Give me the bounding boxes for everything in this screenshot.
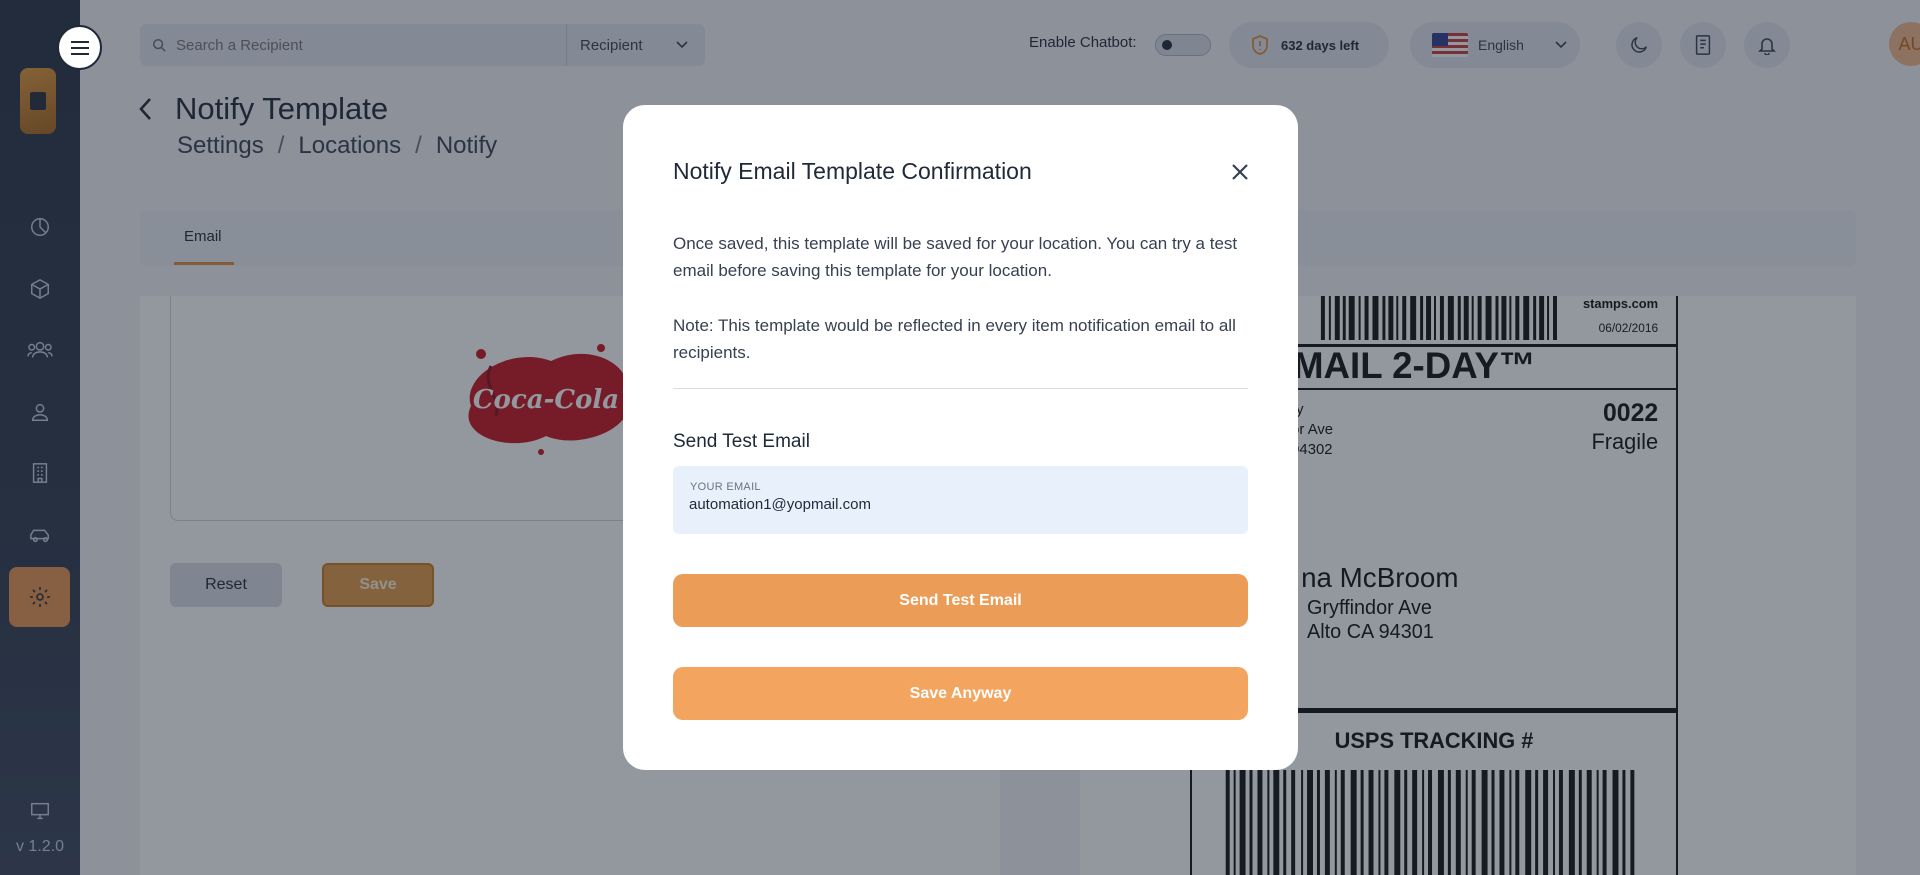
modal-message: Once saved, this template will be saved … xyxy=(673,234,1238,280)
send-test-title: Send Test Email xyxy=(673,431,810,452)
email-field[interactable]: YOUR EMAIL xyxy=(673,466,1248,534)
close-icon xyxy=(1232,164,1248,180)
menu-toggle-button[interactable] xyxy=(57,25,102,70)
modal-divider xyxy=(673,388,1248,389)
modal-title: Notify Email Template Confirmation xyxy=(673,158,1032,184)
email-field-label: YOUR EMAIL xyxy=(690,481,761,493)
send-test-email-button[interactable]: Send Test Email xyxy=(673,574,1248,627)
save-anyway-button[interactable]: Save Anyway xyxy=(673,667,1248,720)
modal-note: Note: This template would be reflected i… xyxy=(673,316,1236,362)
confirmation-modal: Notify Email Template Confirmation Once … xyxy=(623,105,1298,770)
hamburger-icon xyxy=(70,40,89,55)
email-input[interactable] xyxy=(689,496,1229,513)
close-button[interactable] xyxy=(1225,157,1255,187)
